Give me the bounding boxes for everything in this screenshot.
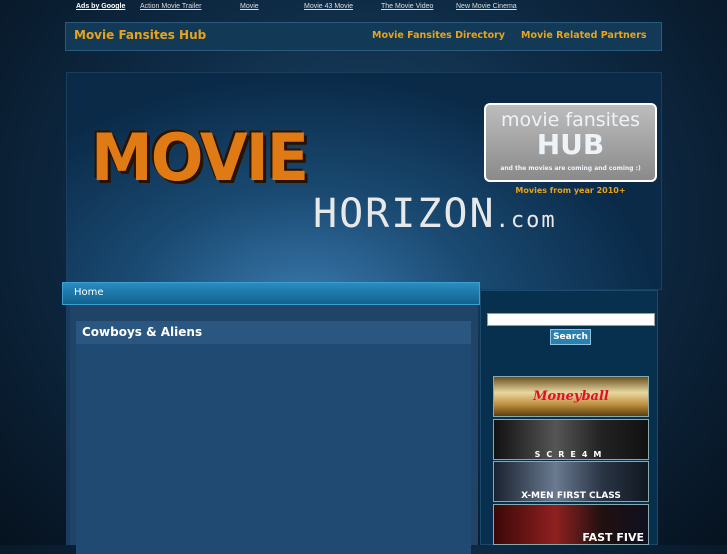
ad-link[interactable]: New Movie Cinema: [456, 3, 517, 10]
hub-line3: and the movies are coming and coming :): [500, 165, 641, 172]
top-nav: Movie Fansites Hub Movie Fansites Direct…: [65, 22, 662, 51]
header-banner: MOVIE HORIZON.com movie fansites HUB and…: [66, 72, 662, 290]
ad-link[interactable]: Movie 43 Movie: [304, 3, 353, 10]
banner-moneyball[interactable]: Moneyball: [493, 376, 649, 417]
logo-horizon[interactable]: HORIZON.com: [313, 191, 557, 237]
search-button[interactable]: Search: [550, 329, 591, 345]
site-title-link[interactable]: Movie Fansites Hub: [74, 28, 206, 42]
nav-item-directory[interactable]: Movie Fansites Directory: [372, 30, 505, 41]
sidebar: Search Moneyball SCRE4M X-MEN FIRST CLAS…: [480, 290, 658, 545]
banner-fast-five[interactable]: FAST FIVE: [493, 504, 649, 545]
banner-scream4[interactable]: SCRE4M: [493, 419, 649, 460]
logo-tld: .com: [495, 208, 557, 233]
search-input[interactable]: [487, 313, 655, 326]
post-body: [76, 344, 471, 554]
ad-link[interactable]: Movie: [240, 3, 259, 10]
banner-xmen[interactable]: X-MEN FIRST CLASS: [493, 461, 649, 502]
ad-link[interactable]: The Movie Video: [381, 3, 433, 10]
ads-by-google-link[interactable]: Ads by Google: [76, 3, 125, 10]
breadcrumb-home-link[interactable]: Home: [74, 287, 104, 298]
hub-subtitle: Movies from year 2010+: [515, 186, 626, 195]
nav-item-partners[interactable]: Movie Related Partners: [521, 30, 647, 41]
hub-line2: HUB: [536, 128, 605, 161]
logo-horizon-text: HORIZON: [313, 191, 496, 237]
logo-movie[interactable]: MOVIE: [91, 119, 309, 196]
ad-link[interactable]: Action Movie Trailer: [140, 3, 201, 10]
hub-badge[interactable]: movie fansites HUB and the movies are co…: [484, 103, 657, 182]
post-title[interactable]: Cowboys & Aliens: [76, 321, 471, 344]
main-content: Cowboys & Aliens: [66, 305, 478, 554]
breadcrumb: Home: [62, 282, 480, 305]
